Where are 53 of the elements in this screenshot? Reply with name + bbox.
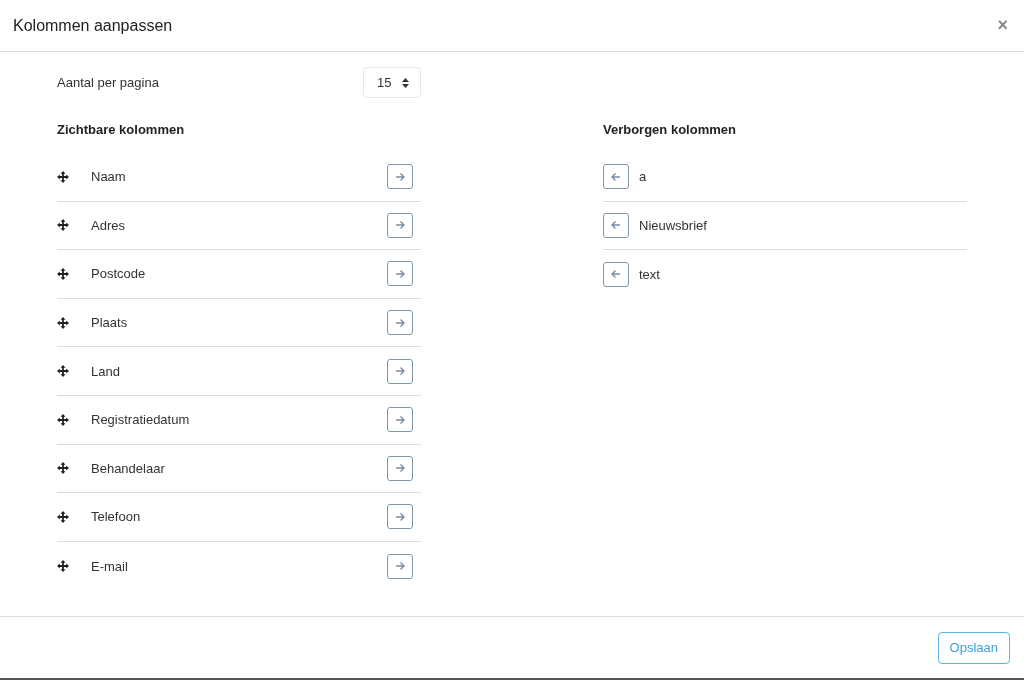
- column-name: Postcode: [91, 266, 147, 282]
- drag-handle-icon[interactable]: [57, 316, 69, 329]
- column-name: Land: [91, 363, 121, 379]
- column-name: Plaats: [91, 315, 129, 331]
- column-name: a: [639, 169, 648, 185]
- move-right-button[interactable]: [387, 407, 413, 433]
- arrow-right-icon: [395, 220, 405, 231]
- per-page-label: Aantal per pagina: [57, 75, 159, 90]
- close-button[interactable]: ×: [995, 15, 1010, 36]
- arrow-right-icon: [395, 463, 405, 474]
- column-name: Registratiedatum: [91, 412, 191, 428]
- move-right-button[interactable]: [387, 261, 413, 287]
- arrow-left-icon: [611, 269, 621, 280]
- move-right-button[interactable]: [387, 164, 413, 190]
- column-heading: Zichtbare kolommen: [57, 122, 186, 137]
- column-name: E-mail: [91, 558, 129, 574]
- drag-handle-icon[interactable]: [57, 219, 69, 232]
- drag-handle-icon[interactable]: [57, 510, 69, 523]
- save-button[interactable]: Opslaan: [937, 631, 1010, 664]
- move-right-button[interactable]: [387, 310, 413, 336]
- move-left-button[interactable]: [603, 164, 629, 190]
- move-right-button[interactable]: [387, 358, 413, 384]
- drag-handle-icon[interactable]: [57, 462, 69, 475]
- per-page-select[interactable]: 15: [363, 67, 421, 98]
- arrow-right-icon: [395, 414, 405, 425]
- arrow-right-icon: [395, 366, 405, 377]
- arrow-right-icon: [395, 269, 405, 279]
- drag-handle-icon[interactable]: [57, 170, 69, 183]
- column-heading: Verborgen kolommen: [603, 122, 737, 137]
- arrow-right-icon: [395, 511, 405, 522]
- move-right-button[interactable]: [387, 212, 413, 238]
- arrow-right-icon: [395, 171, 405, 182]
- dialog-title: Kolommen aanpassen: [13, 16, 173, 35]
- column-name: Nieuwsbrief: [639, 217, 708, 233]
- arrow-left-icon: [611, 220, 621, 231]
- column-name: Behandelaar: [91, 460, 166, 476]
- sort-caret-icon: [402, 77, 409, 88]
- drag-handle-icon[interactable]: [57, 365, 69, 378]
- move-left-button[interactable]: [603, 262, 629, 287]
- drag-handle-icon[interactable]: [57, 413, 69, 426]
- column-name: Adres: [91, 217, 126, 233]
- move-right-button[interactable]: [387, 455, 413, 481]
- column-name: Naam: [91, 169, 127, 185]
- column-name: Telefoon: [91, 509, 142, 525]
- move-left-button[interactable]: [603, 212, 629, 238]
- drag-handle-icon[interactable]: [57, 268, 69, 280]
- arrow-left-icon: [611, 171, 621, 182]
- drag-handle-icon[interactable]: [57, 560, 69, 573]
- arrow-right-icon: [395, 561, 405, 572]
- move-right-button[interactable]: [387, 504, 413, 530]
- move-right-button[interactable]: [387, 553, 413, 579]
- column-name: text: [639, 267, 661, 282]
- arrow-right-icon: [395, 317, 405, 328]
